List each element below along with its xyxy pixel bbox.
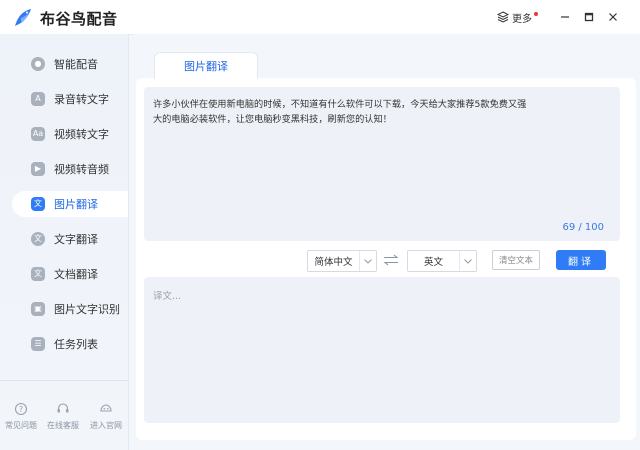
website-link[interactable]: 进入官网 bbox=[85, 402, 127, 431]
chevron-down-icon bbox=[459, 251, 476, 271]
translate-controls: 简体中文 英文 清空文本 翻译 bbox=[134, 250, 640, 272]
sidebar-item-label: 智能配音 bbox=[54, 58, 98, 71]
sidebar-item-label: 文字翻译 bbox=[54, 233, 98, 246]
source-text-area[interactable]: 许多小伙伴在使用新电脑的时候，不知道有什么软件可以下载，今天给大家推荐5款免费又… bbox=[144, 87, 620, 241]
target-language-value: 英文 bbox=[423, 257, 443, 268]
target-language-select[interactable]: 英文 bbox=[407, 250, 477, 272]
maximize-icon bbox=[584, 12, 594, 22]
tab-image-translate[interactable]: 图片翻译 bbox=[154, 52, 258, 79]
video-to-text-icon: Aa bbox=[31, 127, 45, 141]
sidebar-item-label: 图片文字识别 bbox=[54, 303, 120, 316]
sidebar-item-video-to-text[interactable]: Aa 视频转文字 bbox=[12, 121, 128, 147]
svg-text:?: ? bbox=[19, 405, 23, 414]
help-icon: ? bbox=[14, 402, 28, 416]
website-label: 进入官网 bbox=[90, 421, 122, 430]
sidebar-item-label: 视频转文字 bbox=[54, 128, 109, 141]
app-title: 布谷鸟配音 bbox=[40, 10, 118, 28]
sidebar-item-label: 视频转音频 bbox=[54, 163, 109, 176]
source-language-value: 简体中文 bbox=[314, 257, 353, 268]
task-list-icon: ☰ bbox=[31, 337, 45, 351]
sidebar-item-text-translate[interactable]: 文 文字翻译 bbox=[12, 226, 128, 252]
minimize-button[interactable] bbox=[557, 9, 573, 25]
close-button[interactable] bbox=[605, 9, 621, 25]
source-language-select[interactable]: 简体中文 bbox=[307, 250, 377, 272]
translate-button[interactable]: 翻译 bbox=[556, 250, 606, 270]
chevron-down-icon bbox=[359, 251, 376, 271]
sidebar-item-document-translate[interactable]: 文 文档翻译 bbox=[12, 261, 128, 287]
sidebar-item-label: 任务列表 bbox=[54, 338, 98, 351]
sidebar-divider bbox=[0, 380, 128, 381]
website-icon bbox=[100, 404, 112, 412]
close-icon bbox=[609, 13, 617, 21]
document-translate-icon: 文 bbox=[31, 267, 45, 281]
sidebar-item-image-translate[interactable]: 文 图片翻译 bbox=[12, 191, 128, 217]
cuckoo-logo-icon bbox=[15, 9, 31, 26]
swap-languages-icon[interactable] bbox=[383, 254, 399, 266]
sidebar-item-label: 图片翻译 bbox=[54, 198, 98, 211]
video-to-audio-icon: ▶ bbox=[31, 162, 45, 176]
sidebar-item-audio-to-text[interactable]: A 录音转文字 bbox=[12, 86, 128, 112]
title-bar: 布谷鸟配音 更多 bbox=[0, 0, 640, 35]
main-area: 图片翻译 许多小伙伴在使用新电脑的时候，不知道有什么软件可以下载，今天给大家推荐… bbox=[134, 34, 640, 450]
char-count: 69 / 100 bbox=[562, 222, 604, 233]
minimize-icon bbox=[561, 16, 569, 18]
help-link[interactable]: ? 常见问题 bbox=[0, 402, 42, 431]
more-label: 更多 bbox=[512, 13, 532, 25]
audio-to-text-icon: A bbox=[31, 92, 45, 106]
sidebar-item-task-list[interactable]: ☰ 任务列表 bbox=[12, 331, 128, 357]
layers-icon bbox=[497, 11, 509, 23]
clear-text-button[interactable]: 清空文本 bbox=[492, 250, 540, 270]
sidebar-item-video-to-audio[interactable]: ▶ 视频转音频 bbox=[12, 156, 128, 182]
maximize-button[interactable] bbox=[581, 9, 597, 25]
support-icon bbox=[57, 403, 69, 413]
result-placeholder: 译文... bbox=[153, 291, 182, 302]
help-label: 常见问题 bbox=[5, 421, 37, 430]
sidebar-item-label: 文档翻译 bbox=[54, 268, 98, 281]
result-text-area[interactable]: 译文... bbox=[144, 277, 620, 423]
image-translate-icon: 文 bbox=[31, 197, 45, 211]
more-button[interactable]: 更多 bbox=[497, 9, 538, 25]
source-text: 许多小伙伴在使用新电脑的时候，不知道有什么软件可以下载，今天给大家推荐5款免费又… bbox=[153, 99, 527, 125]
support-link[interactable]: 在线客服 bbox=[42, 402, 84, 431]
sidebar: ● 智能配音 A 录音转文字 Aa 视频转文字 ▶ 视频转音频 文 图片翻译 文… bbox=[0, 34, 129, 450]
sidebar-item-smart-dub[interactable]: ● 智能配音 bbox=[12, 51, 128, 77]
notification-dot bbox=[534, 12, 538, 16]
text-translate-icon: 文 bbox=[31, 232, 45, 246]
sidebar-item-label: 录音转文字 bbox=[54, 93, 109, 106]
sidebar-item-image-ocr[interactable]: ▣ 图片文字识别 bbox=[12, 296, 128, 322]
image-ocr-icon: ▣ bbox=[31, 302, 45, 316]
smart-dub-icon: ● bbox=[31, 57, 45, 71]
support-label: 在线客服 bbox=[47, 421, 79, 430]
